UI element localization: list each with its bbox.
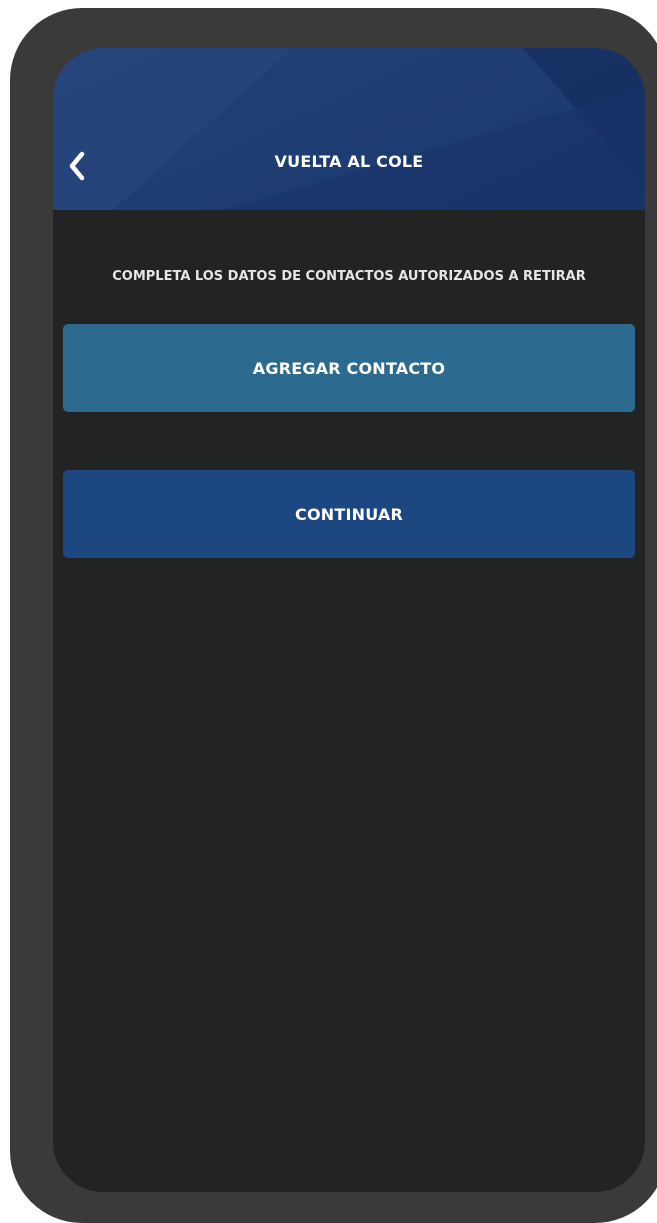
phone-frame: VUELTA AL COLE COMPLETA LOS DATOS DE CON… xyxy=(10,8,657,1223)
header-background-pattern xyxy=(53,48,645,210)
app-header: VUELTA AL COLE xyxy=(53,48,645,210)
app-screen: VUELTA AL COLE COMPLETA LOS DATOS DE CON… xyxy=(53,48,645,1192)
continue-button-label: CONTINUAR xyxy=(295,504,403,524)
continue-button[interactable]: CONTINUAR xyxy=(63,470,635,558)
instruction-text: COMPLETA LOS DATOS DE CONTACTOS AUTORIZA… xyxy=(112,269,586,284)
page-title: VUELTA AL COLE xyxy=(274,152,424,171)
add-contact-button-label: AGREGAR CONTACTO xyxy=(252,358,446,378)
add-contact-button[interactable]: AGREGAR CONTACTO xyxy=(63,324,635,412)
